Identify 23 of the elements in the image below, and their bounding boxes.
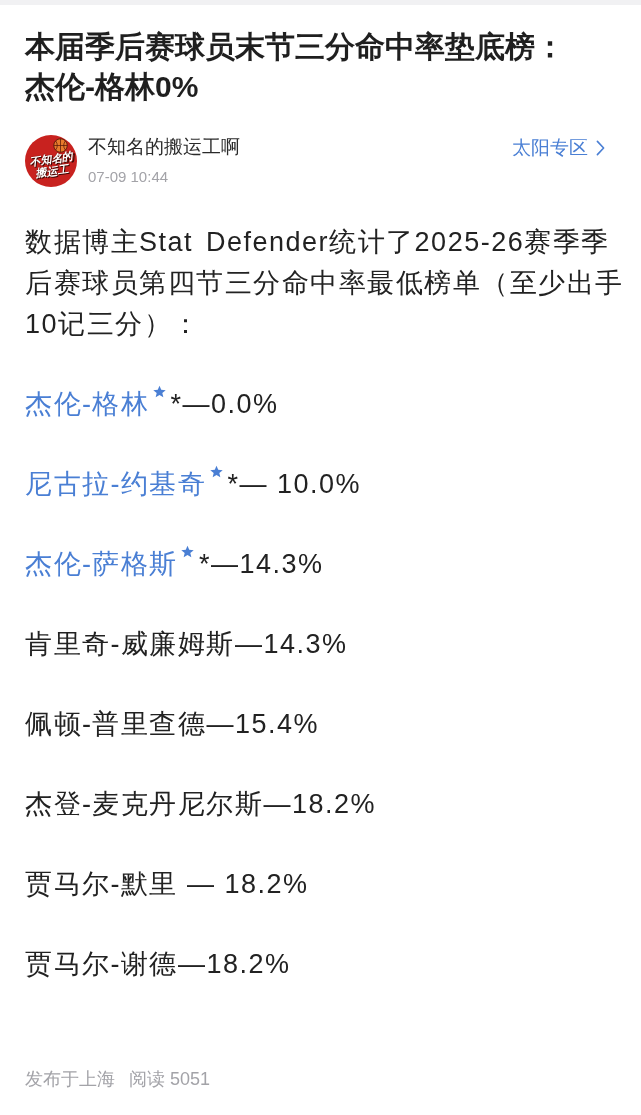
chevron-right-icon <box>596 140 605 156</box>
player-link[interactable]: 杰伦-格林 <box>25 389 150 419</box>
avatar-logo[interactable]: 不知名的 搬运工 <box>25 135 77 187</box>
ranking-stat-text: *— 10.0% <box>227 469 362 499</box>
author-name[interactable]: 不知名的搬运工啊 <box>88 134 512 160</box>
ranking-stat-text: *—0.0% <box>170 389 279 419</box>
star-icon <box>208 465 224 479</box>
article-title: 本届季后赛球员末节三分命中率垫底榜：杰伦-格林0% <box>25 29 566 105</box>
ranking-line: 贾马尔-默里 — 18.2% <box>25 868 310 901</box>
publish-location: 发布于上海 <box>25 1068 115 1091</box>
intro-paragraph: 数据博主Stat Defender统计了2025-26赛季季后赛球员第四节三分命中率最低榜单（至少出手10记三分）： <box>25 226 625 341</box>
read-count: 阅读 5051 <box>129 1068 211 1091</box>
ranking-line: 贾马尔-谢德—18.2% <box>25 948 292 981</box>
player-link[interactable]: 杰伦-萨格斯 <box>25 549 178 579</box>
ranking-line: 佩顿-普里查德—15.4% <box>25 708 321 741</box>
star-icon <box>180 545 195 559</box>
ranking-line: 杰登-麦克丹尼尔斯—18.2% <box>25 788 378 821</box>
post-time: 07-09 10:44 <box>88 167 170 187</box>
ranking-stat-text: *—14.3% <box>199 549 324 579</box>
player-link[interactable]: 尼古拉-约基奇 <box>25 469 207 499</box>
star-icon <box>151 385 167 399</box>
topic-link[interactable]: 太阳专区 <box>512 135 627 161</box>
ranking-line: 肯里奇-威廉姆斯—14.3% <box>25 628 349 661</box>
